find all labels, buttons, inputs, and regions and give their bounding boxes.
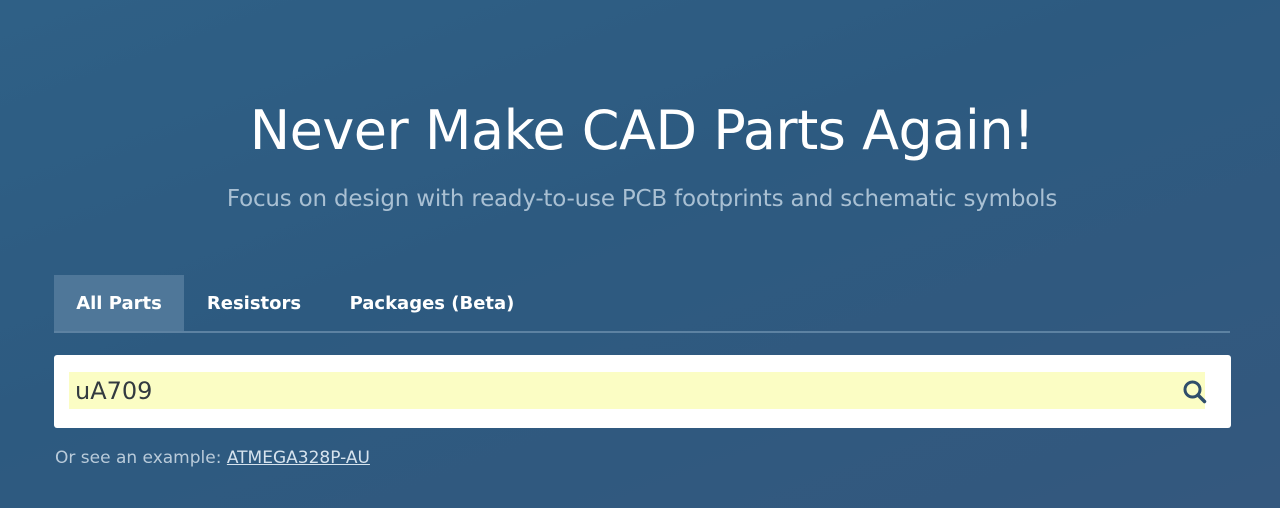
search-category-tabs: All Parts Resistors Packages (Beta) bbox=[54, 275, 1230, 333]
hero-subtitle: Focus on design with ready-to-use PCB fo… bbox=[226, 186, 1058, 212]
tab-packages-beta[interactable]: Packages (Beta) bbox=[324, 275, 536, 331]
search-input[interactable] bbox=[69, 372, 1205, 409]
search-icon bbox=[1183, 380, 1207, 404]
hero-title: Never Make CAD Parts Again! bbox=[249, 99, 1035, 162]
tab-resistors[interactable]: Resistors bbox=[184, 275, 324, 331]
search-button[interactable] bbox=[1180, 377, 1210, 407]
example-prefix: Or see an example: bbox=[55, 448, 227, 468]
tab-all-parts[interactable]: All Parts bbox=[54, 275, 184, 331]
example-line: Or see an example: ATMEGA328P-AU bbox=[55, 446, 370, 470]
search-box bbox=[54, 355, 1231, 428]
example-link[interactable]: ATMEGA328P-AU bbox=[227, 448, 370, 468]
